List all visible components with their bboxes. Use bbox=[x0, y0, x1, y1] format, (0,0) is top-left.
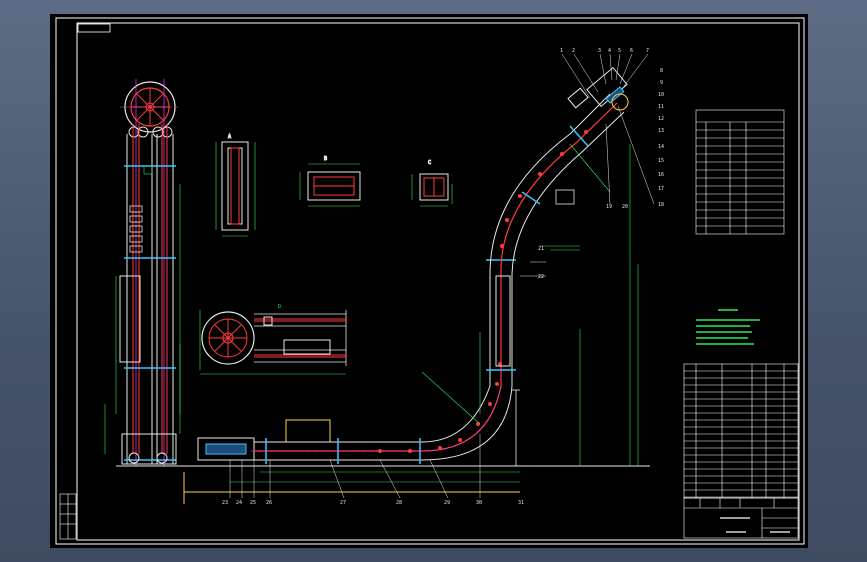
part-label: 25 bbox=[250, 500, 256, 506]
part-label: 11 bbox=[658, 104, 664, 110]
inner-frame bbox=[76, 22, 800, 541]
part-label: 1 bbox=[560, 48, 563, 54]
technical-notes bbox=[696, 309, 760, 345]
title-block-text-marks bbox=[720, 517, 790, 533]
part-label: 26 bbox=[266, 500, 272, 506]
part-label: 5 bbox=[618, 48, 621, 54]
part-label: 13 bbox=[658, 128, 664, 134]
section-view-1: A bbox=[215, 134, 256, 237]
parameter-table bbox=[695, 109, 785, 235]
part-label: 4 bbox=[608, 48, 611, 54]
part-label: 16 bbox=[658, 172, 664, 178]
part-label: 24 bbox=[236, 500, 242, 506]
parts-list bbox=[683, 363, 799, 499]
vertical-elevator-view bbox=[104, 79, 185, 467]
part-label: 14 bbox=[658, 144, 664, 150]
part-label: 22 bbox=[538, 274, 544, 280]
section-view-2: B bbox=[299, 156, 361, 207]
part-label: 31 bbox=[518, 500, 524, 506]
part-label: 18 bbox=[658, 202, 664, 208]
svg-text:C: C bbox=[428, 160, 431, 166]
section-view-3: C bbox=[411, 160, 453, 207]
drawing-sheet: A B C D 1 2 3 4 5 6 7 8 9 10 11 12 13 14… bbox=[50, 14, 808, 548]
leader-lines bbox=[229, 53, 655, 499]
part-label: 29 bbox=[444, 500, 450, 506]
parameter-table-rows bbox=[696, 129, 784, 227]
tail-sprocket-view: D bbox=[199, 304, 347, 375]
part-label: 23 bbox=[222, 500, 228, 506]
main-conveyor bbox=[180, 66, 650, 504]
part-number-labels: 1 2 3 4 5 6 7 8 9 10 11 12 13 14 15 16 1… bbox=[222, 48, 664, 506]
part-label: 6 bbox=[630, 48, 633, 54]
part-label: 12 bbox=[658, 116, 664, 122]
part-label: 21 bbox=[538, 246, 544, 252]
svg-text:B: B bbox=[324, 156, 327, 162]
part-label: 3 bbox=[598, 48, 601, 54]
part-label: 27 bbox=[340, 500, 346, 506]
part-label: 2 bbox=[572, 48, 575, 54]
corner-tag-box bbox=[77, 23, 111, 33]
part-label: 19 bbox=[606, 204, 612, 210]
part-label: 8 bbox=[660, 68, 663, 74]
part-label: 15 bbox=[658, 158, 664, 164]
part-label: 28 bbox=[396, 500, 402, 506]
part-label: 9 bbox=[660, 80, 663, 86]
part-label: 10 bbox=[658, 92, 664, 98]
cad-drawing: A B C D 1 2 3 4 5 6 7 8 9 10 11 12 13 14… bbox=[55, 17, 805, 545]
left-binding-strip bbox=[59, 493, 77, 540]
svg-text:D: D bbox=[278, 304, 281, 310]
svg-text:A: A bbox=[228, 134, 231, 140]
part-label: 7 bbox=[646, 48, 649, 54]
outer-frame bbox=[55, 17, 805, 545]
part-label: 17 bbox=[658, 186, 664, 192]
part-label: 20 bbox=[622, 204, 628, 210]
part-label: 30 bbox=[476, 500, 482, 506]
parts-list-rows bbox=[684, 370, 798, 498]
